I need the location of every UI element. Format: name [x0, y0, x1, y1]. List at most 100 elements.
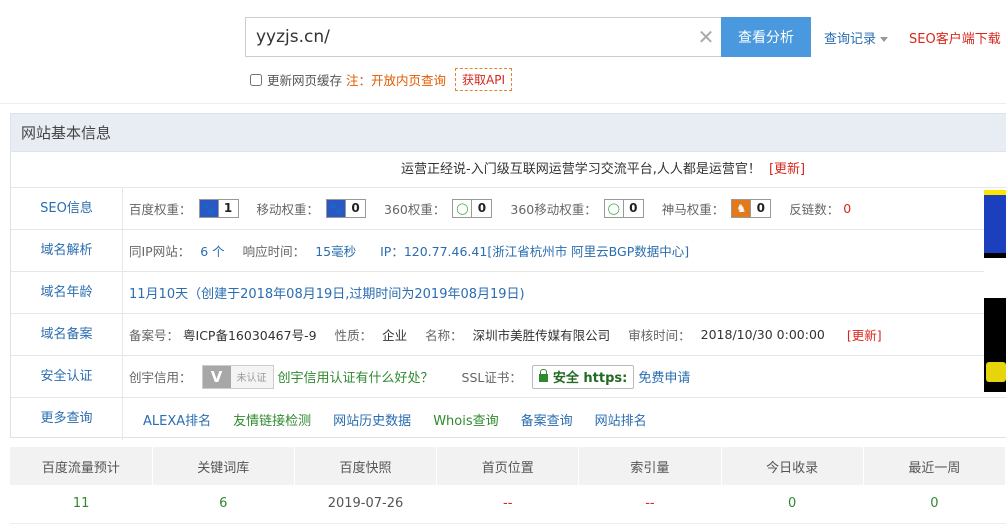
icp-type-label: 性质： [334, 328, 373, 343]
search-box: ✕ [245, 17, 721, 57]
cert-benefit-link[interactable]: 创宇信用认证有什么好处？ [278, 367, 434, 386]
rank-360-badge[interactable]: ◯ 0 [452, 199, 493, 218]
baidu-snapshot-value[interactable]: 2019-07-26 [294, 485, 437, 524]
search-input[interactable] [246, 18, 691, 56]
mobile-rank-value: 0 [345, 200, 365, 217]
close-icon[interactable]: ✕ [691, 18, 721, 56]
baidu-rank-badge[interactable]: 🐾 1 [198, 199, 239, 218]
get-api-link[interactable]: 获取API [455, 68, 513, 91]
link-icp-query[interactable]: 备案查询 [521, 410, 573, 429]
link-alexa[interactable]: ALEXA排名 [143, 410, 211, 429]
backlinks-value[interactable]: 0 [843, 201, 851, 216]
cert-status: 未认证 [236, 373, 267, 384]
stats-header: 关键词库 [152, 447, 295, 485]
refresh-cache-checkbox[interactable] [250, 73, 262, 86]
rank-360-mobile-label: 360移动权重： [510, 202, 597, 217]
update-title-link[interactable]: [更新] [769, 162, 805, 177]
response-time-value: 15毫秒 [315, 244, 357, 259]
site-title: 运营正经说-入门级互联网运营学习交流平台,人人都是运营官！ [401, 162, 761, 177]
ssl-label: SSL证书： [461, 370, 522, 385]
more-query-row: 更多查询 ALEXA排名 友情链接检测 网站历史数据 Whois查询 备案查询 … [11, 398, 1006, 440]
stats-table: 百度流量预计 关键词库 百度快照 首页位置 索引量 今日收录 最近一周 11 6… [10, 447, 1006, 524]
shenma-rank-value: 0 [750, 200, 770, 217]
so360-mobile-ring-icon: ◯ [607, 202, 620, 215]
dns-label: 域名解析 [11, 230, 123, 271]
https-badge[interactable]: 安全 https: [531, 364, 635, 389]
so360-ring-icon: ◯ [456, 202, 469, 215]
link-history-data[interactable]: 网站历史数据 [333, 410, 411, 429]
lock-icon [538, 368, 548, 382]
chuangyu-cert-badge[interactable]: V 未认证 [201, 364, 274, 389]
rank-360-mobile-badge[interactable]: ◯ 0 [603, 199, 644, 218]
last-week-value[interactable]: 0 [863, 485, 1006, 524]
icp-audit-label: 审核时间： [628, 328, 691, 343]
icp-no-value: 粤ICP备16030467号-9 [183, 328, 317, 343]
icp-audit-value: 2018/10/30 0:00:00 [700, 327, 825, 342]
link-whois[interactable]: Whois查询 [433, 410, 498, 429]
icp-label: 域名备案 [11, 314, 123, 355]
ad-block-blue [984, 195, 1006, 253]
baidu-traffic-value[interactable]: 11 [10, 485, 153, 524]
site-title-row: 运营正经说-入门级互联网运营学习交流平台,人人都是运营官！ [更新] [11, 152, 1006, 188]
shenma-rank-badge[interactable]: ♞ 0 [731, 199, 772, 218]
stats-header: 今日收录 [721, 447, 864, 485]
same-ip-value[interactable]: 6 个 [200, 241, 224, 260]
same-ip-label: 同IP网站： [129, 244, 191, 259]
side-ad-banner[interactable] [984, 190, 1006, 392]
seo-info-row: SEO信息 百度权重： 🐾 1 移动权重： 🐾 0 360权重： ◯ 0 360移动权… [11, 188, 1006, 230]
security-label: 安全认证 [11, 356, 123, 397]
icp-name-label: 名称： [425, 328, 463, 343]
domain-age-content: 11月10天（创建于2018年08月19日,过期时间为2019年08月19日) [123, 272, 1006, 313]
stats-header: 首页位置 [436, 447, 580, 485]
dns-row: 域名解析 同IP网站： 6 个 响应时间： 15毫秒 IP：120.77.46.… [11, 230, 1006, 272]
link-site-rank[interactable]: 网站排名 [595, 410, 647, 429]
inner-page-note: 注：开放内页查询 [346, 73, 447, 88]
seo-client-download-link[interactable]: SEO客户端下载 [909, 28, 1001, 47]
rank-360-label: 360权重： [384, 202, 446, 217]
stats-header: 百度快照 [294, 447, 438, 485]
link-friend-check[interactable]: 友情链接检测 [233, 410, 311, 429]
baidu-mobile-paw-icon: 🐾 [327, 200, 346, 217]
baidu-rank-label: 百度权重： [129, 202, 192, 217]
icp-type-value: 企业 [382, 328, 408, 343]
index-count-value: -- [578, 485, 722, 524]
seo-info-label: SEO信息 [11, 188, 123, 229]
chuangyu-label: 创宇信用： [129, 370, 192, 385]
domain-age-row: 域名年龄 11月10天（创建于2018年08月19日,过期时间为2019年08月… [11, 272, 1006, 314]
stats-header: 索引量 [578, 447, 722, 485]
query-history-dropdown[interactable]: 查询记录 [824, 28, 889, 47]
stats-header: 最近一周 [863, 447, 1006, 485]
divider [0, 103, 1006, 104]
icp-content: 备案号： 粤ICP备16030467号-9 性质： 企业 名称： 深圳市美胜传媒… [123, 314, 1006, 355]
more-query-label: 更多查询 [11, 398, 123, 440]
baidu-paw-icon: 🐾 [199, 200, 218, 217]
ad-block-white [984, 258, 1006, 298]
ad-block-yellow [986, 362, 1006, 382]
query-history-label: 查询记录 [824, 32, 877, 47]
dns-content: 同IP网站： 6 个 响应时间： 15毫秒 IP：120.77.46.41[浙江… [123, 230, 1006, 271]
icp-name-value: 深圳市美胜传媒有限公司 [472, 328, 611, 343]
icp-row: 域名备案 备案号： 粤ICP备16030467号-9 性质： 企业 名称： 深圳… [11, 314, 1006, 356]
analyze-button[interactable]: 查看分析 [721, 17, 811, 57]
icp-update-link[interactable]: [更新] [847, 325, 882, 344]
refresh-cache-label: 更新网页缓存 [267, 73, 343, 88]
domain-age-label: 域名年龄 [11, 272, 123, 313]
mobile-rank-badge[interactable]: 🐾 0 [326, 199, 367, 218]
icp-no-label: 备案号： [129, 328, 180, 343]
stats-value-row: 11 6 2019-07-26 -- -- 0 0 [10, 485, 1006, 524]
mobile-rank-label: 移动权重： [256, 202, 320, 217]
backlinks-label: 反链数： [789, 202, 840, 217]
ip-address[interactable]: IP：120.77.46.41[浙江省杭州市 阿里云BGP数据中心] [380, 241, 689, 260]
https-label: 安全 https: [552, 371, 628, 386]
free-apply-link[interactable]: 免费申请 [638, 367, 690, 386]
today-indexed-value[interactable]: 0 [721, 485, 864, 524]
chevron-down-icon [880, 37, 889, 42]
rank-360-value: 0 [471, 200, 491, 217]
site-info-panel: 网站基本信息 运营正经说-入门级互联网运营学习交流平台,人人都是运营官！ [更新… [10, 113, 1006, 440]
shenma-horse-icon: ♞ [732, 200, 751, 217]
baidu-rank-value: 1 [217, 200, 238, 217]
domain-age-value[interactable]: 11月10天（创建于2018年08月19日,过期时间为2019年08月19日) [129, 283, 525, 302]
verified-v-icon: V [202, 365, 231, 388]
rank-360-mobile-value: 0 [622, 200, 643, 217]
keyword-count-value[interactable]: 6 [152, 485, 295, 524]
